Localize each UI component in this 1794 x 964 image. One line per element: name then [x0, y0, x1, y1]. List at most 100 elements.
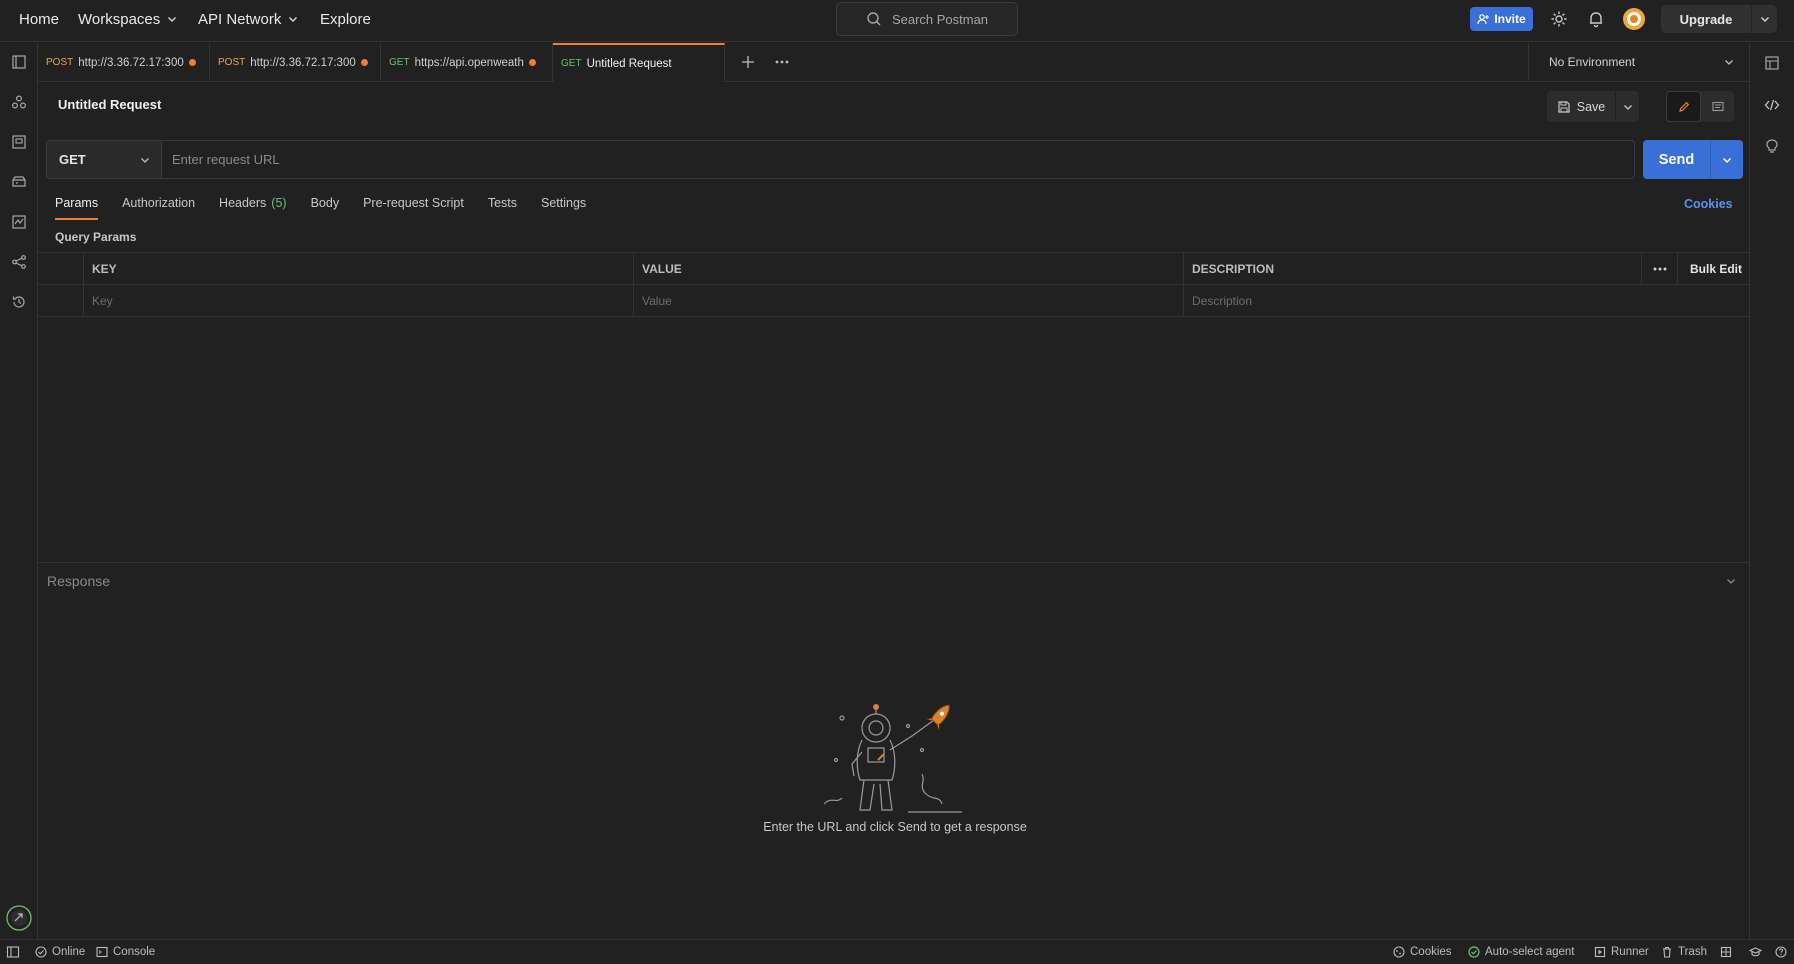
online-check-icon — [35, 946, 47, 958]
bulk-edit-button[interactable]: Bulk Edit — [1677, 253, 1749, 285]
column-header-value: VALUE — [633, 253, 1183, 285]
key-cell — [83, 285, 633, 317]
tab-post-2[interactable]: POST http://3.36.72.17:300 — [210, 43, 381, 82]
chevron-down-icon — [1723, 157, 1731, 163]
environment-quick-look-icon[interactable] — [1764, 55, 1780, 71]
tab-method: POST — [46, 57, 74, 68]
mock-servers-icon[interactable] — [10, 173, 28, 191]
more-horizontal-icon — [1653, 267, 1666, 271]
tab-settings[interactable]: Settings — [541, 194, 586, 220]
bell-icon[interactable] — [1587, 10, 1605, 28]
chevron-down-icon — [1727, 578, 1735, 584]
environments-icon[interactable] — [10, 133, 28, 151]
nav-api-network[interactable]: API Network — [198, 0, 299, 38]
help-button[interactable] — [1775, 940, 1787, 964]
edit-mode-button[interactable] — [1666, 91, 1701, 122]
invite-label: Invite — [1494, 12, 1526, 26]
save-button[interactable]: Save — [1547, 100, 1615, 114]
environment-label: No Environment — [1549, 55, 1636, 69]
online-status[interactable]: Online — [35, 940, 85, 964]
right-sidebar — [1749, 43, 1794, 939]
tab-params[interactable]: Params — [55, 194, 99, 220]
toggle-sidebar-button[interactable] — [6, 940, 20, 964]
graduation-cap-icon — [1749, 947, 1762, 957]
auto-select-agent-label: Auto-select agent — [1485, 946, 1575, 958]
layout-grid-icon — [1720, 946, 1732, 958]
upgrade-label: Upgrade — [1679, 11, 1733, 27]
avatar[interactable] — [1622, 7, 1646, 31]
tab-authorization[interactable]: Authorization — [122, 194, 195, 220]
query-params-table: KEY VALUE DESCRIPTION Bulk Edit — [38, 252, 1749, 318]
environment-select[interactable]: No Environment — [1528, 43, 1749, 82]
cookies-status-button[interactable]: Cookies — [1393, 940, 1452, 964]
tab-method: GET — [389, 57, 410, 68]
search-input[interactable]: Search Postman — [836, 2, 1018, 36]
trash-label: Trash — [1678, 946, 1707, 958]
tab-tests[interactable]: Tests — [488, 194, 517, 220]
settings-gear-icon[interactable] — [1550, 10, 1568, 28]
request-title[interactable]: Untitled Request — [58, 97, 161, 112]
nav-workspaces[interactable]: Workspaces — [78, 0, 178, 38]
send-dropdown[interactable] — [1710, 140, 1743, 179]
tab-headers-label: Headers — [219, 196, 267, 210]
tab-post-1[interactable]: POST http://3.36.72.17:300 — [38, 43, 210, 82]
astronaut-rocket-illustration — [822, 700, 968, 818]
collections-icon[interactable] — [10, 53, 28, 71]
trash-icon — [1663, 946, 1671, 958]
tab-method: GET — [561, 58, 582, 69]
bootcamp-button[interactable] — [1749, 940, 1762, 964]
help-icon — [1775, 946, 1787, 958]
left-sidebar — [0, 43, 38, 939]
empty-response-message: Enter the URL and click Send to get a re… — [763, 820, 1027, 834]
auto-select-agent-button[interactable]: Auto-select agent — [1468, 940, 1575, 964]
two-pane-view-button[interactable] — [1720, 940, 1732, 964]
edit-docs-toggle — [1666, 91, 1734, 122]
documentation-mode-button[interactable] — [1701, 91, 1734, 122]
tab-get-openweather[interactable]: GET https://api.openweath — [381, 43, 553, 82]
save-icon — [1558, 100, 1570, 113]
tab-untitled-request[interactable]: GET Untitled Request — [553, 43, 725, 82]
check-circle-icon — [1468, 946, 1480, 958]
param-key-input[interactable] — [92, 294, 606, 308]
tab-options-button[interactable] — [774, 54, 790, 70]
postbot-icon[interactable] — [5, 904, 33, 932]
new-tab-button[interactable] — [740, 54, 756, 70]
upgrade-dropdown[interactable] — [1751, 5, 1777, 33]
request-tabs-bar: POST http://3.36.72.17:300 POST http://3… — [38, 43, 1749, 82]
nav-explore[interactable]: Explore — [320, 0, 371, 38]
console-button[interactable]: Console — [96, 940, 155, 964]
more-horizontal-icon — [775, 60, 789, 64]
trash-button[interactable]: Trash — [1661, 940, 1707, 964]
runner-button[interactable]: Runner — [1594, 940, 1649, 964]
send-button-group: Send — [1643, 140, 1743, 179]
method-select[interactable]: GET — [46, 140, 162, 179]
online-label: Online — [52, 946, 86, 958]
flows-icon[interactable] — [10, 253, 28, 271]
headers-count-badge: (5) — [271, 196, 287, 210]
unsaved-indicator — [188, 59, 196, 66]
code-icon[interactable] — [1764, 97, 1780, 113]
invite-button[interactable]: Invite — [1470, 7, 1533, 31]
param-value-input[interactable] — [642, 294, 1156, 308]
column-options-button[interactable] — [1641, 253, 1677, 285]
tab-headers[interactable]: Headers (5) — [219, 194, 287, 220]
monitors-icon[interactable] — [10, 213, 28, 231]
apis-icon[interactable] — [10, 93, 28, 111]
history-icon[interactable] — [10, 293, 28, 311]
upgrade-button[interactable]: Upgrade — [1661, 5, 1777, 33]
chevron-down-icon — [141, 157, 149, 163]
pencil-icon — [1678, 101, 1689, 112]
unsaved-indicator — [528, 59, 536, 66]
tab-body[interactable]: Body — [311, 194, 340, 220]
nav-home[interactable]: Home — [19, 0, 59, 38]
request-url-input[interactable] — [162, 140, 1635, 179]
search-icon — [867, 12, 881, 26]
save-dropdown[interactable] — [1615, 91, 1639, 122]
cookies-link[interactable]: Cookies — [1684, 197, 1733, 211]
lightbulb-icon[interactable] — [1764, 138, 1780, 154]
tab-pre-request-script[interactable]: Pre-request Script — [363, 194, 464, 220]
save-button-group: Save — [1547, 91, 1639, 122]
response-panel-header[interactable]: Response — [38, 562, 1749, 598]
send-button[interactable]: Send — [1643, 140, 1710, 179]
param-description-input[interactable] — [1192, 294, 1722, 308]
